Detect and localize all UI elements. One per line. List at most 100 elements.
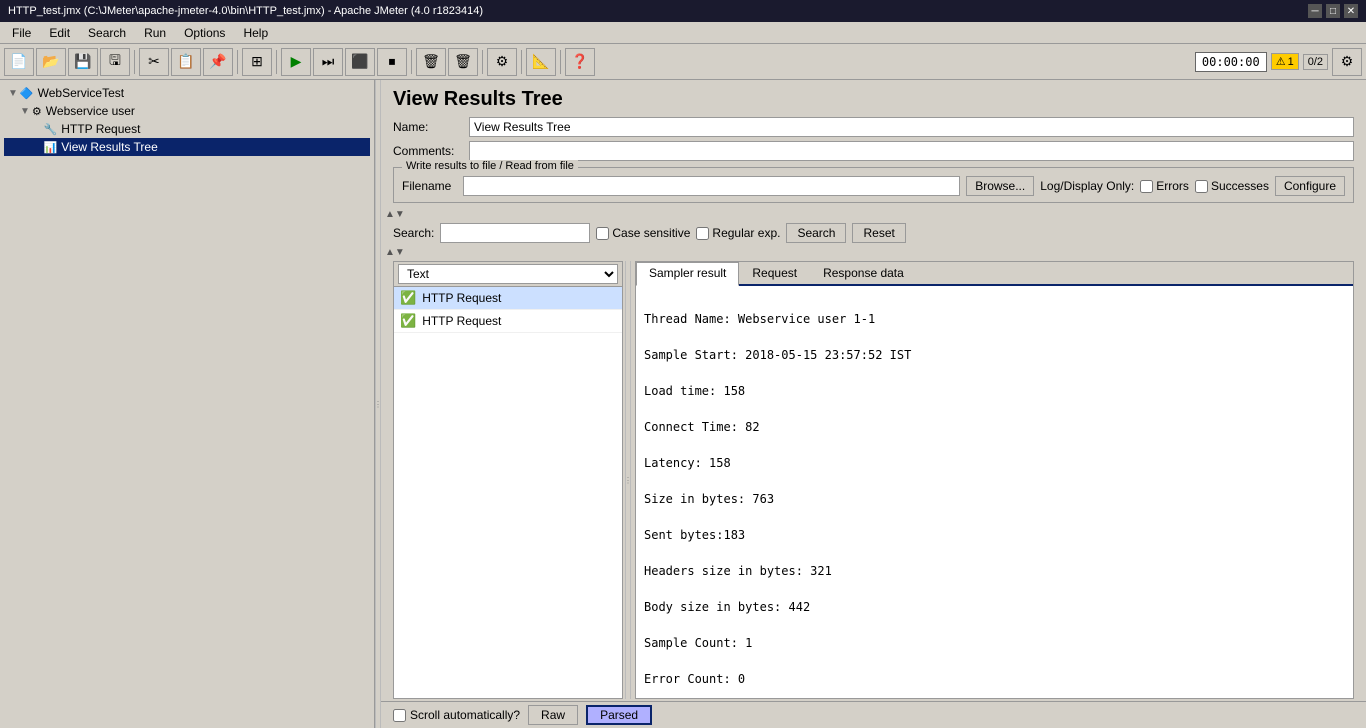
save-button[interactable]: 💾 [68, 48, 98, 76]
configure-button[interactable]: Configure [1275, 176, 1345, 196]
menu-file[interactable]: File [4, 24, 39, 42]
headers-size: Headers size in bytes: 321 [644, 562, 1345, 580]
template-button[interactable]: 📐 [526, 48, 556, 76]
warning-count: 1 [1288, 56, 1294, 68]
clear-all-button[interactable]: 🗑 [448, 48, 478, 76]
toolbar-sep-2 [237, 50, 238, 74]
function-helper-button[interactable]: ⚙ [487, 48, 517, 76]
open-button[interactable]: 📂 [36, 48, 66, 76]
comments-input[interactable] [469, 141, 1354, 161]
result-item-1[interactable]: ✅ HTTP Request [394, 287, 622, 310]
search-input[interactable] [440, 223, 590, 243]
search-label: Search: [393, 226, 434, 240]
tree-item-http-request[interactable]: 🔧 HTTP Request [4, 120, 370, 138]
name-input[interactable] [469, 117, 1354, 137]
filename-input[interactable] [463, 176, 960, 196]
new-button[interactable]: 📄 [4, 48, 34, 76]
tree-item-label: View Results Tree [61, 140, 158, 154]
regular-exp-checkbox[interactable] [696, 227, 709, 240]
stop-now-button[interactable]: ⏹ [377, 48, 407, 76]
titlebar: HTTP_test.jmx (C:\JMeter\apache-jmeter-4… [0, 0, 1366, 22]
copy-button[interactable]: 📋 [171, 48, 201, 76]
results-area: Text RegExp Tester CSS/JQuery Tester XPa… [381, 261, 1366, 699]
play-button[interactable]: ▶ [281, 48, 311, 76]
tree-item-webservice-test[interactable]: ▼ 🔷 WebServiceTest [4, 84, 370, 102]
menu-edit[interactable]: Edit [41, 24, 78, 42]
errors-checkbox-label[interactable]: Errors [1140, 179, 1189, 193]
paste-button[interactable]: 📌 [203, 48, 233, 76]
successes-checkbox-label[interactable]: Successes [1195, 179, 1269, 193]
tab-sampler-result[interactable]: Sampler result [636, 262, 739, 286]
tree-item-webservice-user[interactable]: ▼ ⚙ Webservice user [4, 102, 370, 120]
scroll-auto-label[interactable]: Scroll automatically? [393, 708, 520, 722]
play-no-pause-button[interactable]: ⏭ [313, 48, 343, 76]
raw-button[interactable]: Raw [528, 705, 578, 725]
toolbar-sep-6 [521, 50, 522, 74]
result-item-2[interactable]: ✅ HTTP Request [394, 310, 622, 333]
toolbar-right: 00:00:00 ⚠ 1 0/2 ⚙ [1195, 48, 1362, 76]
size-in-bytes: Size in bytes: 763 [644, 490, 1345, 508]
thread-name: Thread Name: Webservice user 1-1 [644, 310, 1345, 328]
write-section-title: Write results to file / Read from file [402, 160, 578, 172]
menu-help[interactable]: Help [235, 24, 276, 42]
tab-request[interactable]: Request [739, 262, 810, 284]
expand-icon: ▼ [20, 106, 30, 117]
menu-options[interactable]: Options [176, 24, 233, 42]
tree-item-label: Webservice user [46, 104, 135, 118]
bottom-bar: Scroll automatically? Raw Parsed [381, 701, 1366, 728]
sample-start: Sample Start: 2018-05-15 23:57:52 IST [644, 346, 1345, 364]
case-sensitive-checkbox[interactable] [596, 227, 609, 240]
connect-time: Connect Time: 82 [644, 418, 1345, 436]
case-sensitive-label[interactable]: Case sensitive [596, 226, 690, 240]
comments-label: Comments: [393, 144, 463, 158]
divider-arrows-top: ▲ ▼ [381, 207, 1366, 221]
scroll-auto-checkbox[interactable] [393, 709, 406, 722]
help-button[interactable]: ❓ [565, 48, 595, 76]
name-label: Name: [393, 120, 463, 134]
sample-count: Sample Count: 1 [644, 634, 1345, 652]
settings-button[interactable]: ⚙ [1332, 48, 1362, 76]
browse-button[interactable]: Browse... [966, 176, 1034, 196]
tree-item-label: HTTP Request [61, 122, 140, 136]
right-panel: View Results Tree Name: Comments: Write … [381, 80, 1366, 728]
maximize-button[interactable]: □ [1326, 4, 1340, 18]
minimize-button[interactable]: ─ [1308, 4, 1322, 18]
successes-checkbox[interactable] [1195, 180, 1208, 193]
title-text: HTTP_test.jmx (C:\JMeter\apache-jmeter-4… [8, 5, 483, 17]
warning-badge: ⚠ 1 [1271, 53, 1299, 70]
expand-icon: ▼ [8, 88, 18, 99]
arrow-up[interactable]: ▲ [385, 209, 395, 220]
timer-display: 00:00:00 [1195, 52, 1267, 72]
spacer [36, 142, 42, 153]
menu-search[interactable]: Search [80, 24, 134, 42]
window-controls: ─ □ ✕ [1308, 4, 1358, 18]
errors-label: Errors [1156, 179, 1189, 193]
result-item-label-2: HTTP Request [422, 314, 501, 328]
arrow-down-2[interactable]: ▼ [395, 247, 405, 258]
close-button[interactable]: ✕ [1344, 4, 1358, 18]
search-row: Search: Case sensitive Regular exp. Sear… [381, 221, 1366, 245]
main-area: ▼ 🔷 WebServiceTest ▼ ⚙ Webservice user 🔧… [0, 80, 1366, 728]
toolbar-sep-4 [411, 50, 412, 74]
result-item-label-1: HTTP Request [422, 291, 501, 305]
arrow-down[interactable]: ▼ [395, 209, 405, 220]
divider-arrows-bottom: ▲ ▼ [381, 245, 1366, 259]
reset-button[interactable]: Reset [852, 223, 905, 243]
search-button[interactable]: Search [786, 223, 846, 243]
parsed-button[interactable]: Parsed [586, 705, 652, 725]
clear-button[interactable]: 🗑 [416, 48, 446, 76]
cut-button[interactable]: ✂ [139, 48, 169, 76]
stop-button[interactable]: ⬛ [345, 48, 375, 76]
text-format-dropdown[interactable]: Text RegExp Tester CSS/JQuery Tester XPa… [398, 264, 618, 284]
menu-run[interactable]: Run [136, 24, 174, 42]
save-as-button[interactable]: 🖫 [100, 48, 130, 76]
arrow-up-2[interactable]: ▲ [385, 247, 395, 258]
tab-response-data[interactable]: Response data [810, 262, 917, 284]
results-separator[interactable]: ⋮ [625, 261, 631, 699]
regular-exp-label[interactable]: Regular exp. [696, 226, 780, 240]
tree-item-view-results-tree[interactable]: 📊 View Results Tree [4, 138, 370, 156]
errors-checkbox[interactable] [1140, 180, 1153, 193]
expand-button[interactable]: ⊞ [242, 48, 272, 76]
warning-icon: ⚠ [1276, 55, 1286, 68]
spacer [36, 124, 42, 135]
